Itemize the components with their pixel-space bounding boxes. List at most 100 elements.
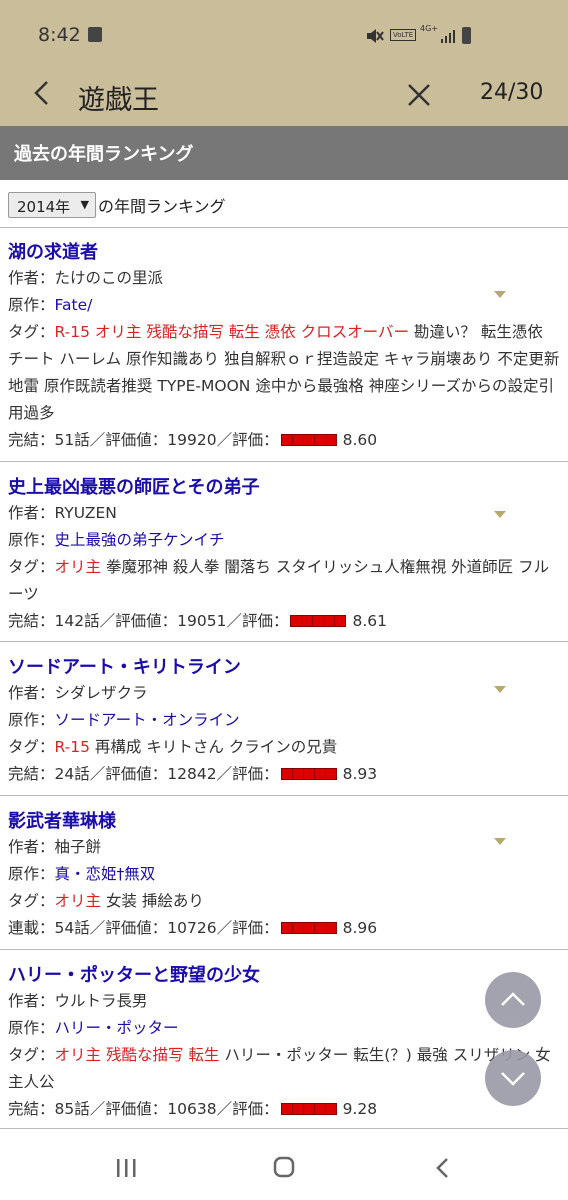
entry-points: 10726 xyxy=(167,919,217,937)
home-icon[interactable] xyxy=(273,1156,295,1178)
entry-title[interactable]: 湖の求道者 xyxy=(8,238,98,264)
status-icons: VoLTE 4G+ xyxy=(364,24,474,46)
entry-warning-tags: オリ主 xyxy=(54,892,102,910)
entry-source-link[interactable]: 真・恋姫†無双 xyxy=(55,865,156,883)
entry-author: ウルトラ長男 xyxy=(54,992,148,1010)
entry-warning-tags: オリ主 残酷な描写 転生 xyxy=(54,1046,220,1064)
entry-source-link[interactable]: Fate/ xyxy=(55,296,93,314)
entry-rating: 8.93 xyxy=(342,765,378,783)
author-label: 作者： xyxy=(8,684,55,702)
entry-points: 19920 xyxy=(167,431,217,449)
tags-label: タグ： xyxy=(8,892,55,910)
entry-title[interactable]: ハリー・ポッターと野望の少女 xyxy=(8,961,260,987)
entry-source-link[interactable]: 史上最強の弟子ケンイチ xyxy=(55,531,225,549)
expand-arrow-icon[interactable] xyxy=(494,686,506,693)
battery-icon xyxy=(462,27,471,44)
scroll-up-button[interactable] xyxy=(485,972,541,1028)
entry-author: たけのこの里派 xyxy=(54,269,164,287)
entry-status: 連載： xyxy=(8,919,55,937)
entry-source-line: 原作：史上最強の弟子ケンイチ xyxy=(8,527,225,554)
expand-arrow-icon[interactable] xyxy=(494,291,506,298)
source-label: 原作： xyxy=(8,296,55,314)
chevron-down-icon xyxy=(501,1072,525,1086)
entry-status: 完結： xyxy=(8,765,55,783)
entry-points: 12842 xyxy=(167,765,217,783)
notification-icon xyxy=(88,27,102,42)
entry-author-line: 作者：RYUZEN xyxy=(8,500,117,527)
expand-arrow-icon[interactable] xyxy=(494,511,506,518)
page-counter: 24/30 xyxy=(480,80,544,105)
entry-rating: 8.61 xyxy=(352,612,387,630)
entry-status: 完結： xyxy=(8,612,55,630)
author-label: 作者： xyxy=(8,838,55,856)
author-label: 作者： xyxy=(8,269,55,287)
entry-source-line: 原作：真・恋姫†無双 xyxy=(8,861,155,888)
close-icon[interactable] xyxy=(406,82,432,108)
year-selector-label: の年間ランキング xyxy=(98,197,226,216)
search-query-title[interactable]: 遊戯王 xyxy=(78,78,159,117)
entry-points: 10638 xyxy=(167,1100,217,1118)
entry-source-link[interactable]: ハリー・ポッター xyxy=(55,1019,179,1037)
divider xyxy=(0,227,568,228)
recent-apps-icon[interactable] xyxy=(115,1158,137,1178)
points-label: 話／評価値： xyxy=(84,612,178,630)
entry-title[interactable]: ソードアート・キリトライン xyxy=(8,653,241,679)
back-arrow-icon[interactable] xyxy=(30,78,54,108)
entry-tag-list: 女装 挿絵あり xyxy=(105,892,204,910)
entry-author-line: 作者：ウルトラ長男 xyxy=(8,988,148,1015)
dropdown-arrow-icon: ▼ xyxy=(80,198,89,211)
system-nav-bar xyxy=(0,1136,568,1200)
entry-rating: 9.28 xyxy=(342,1100,378,1118)
system-back-icon[interactable] xyxy=(435,1156,451,1180)
rating-label: ／評価： xyxy=(216,919,279,937)
entry-tags: タグ：R-15 オリ主 残酷な描写 転生 憑依 クロスオーバー 勘違い？ 転生憑… xyxy=(8,319,560,427)
author-label: 作者： xyxy=(8,992,55,1010)
entry-source-line: 原作：Fate/ xyxy=(8,292,92,319)
chevron-up-icon xyxy=(501,992,525,1006)
entry-episodes: 24 xyxy=(54,765,75,783)
entry-warning-tags: R-15 オリ主 残酷な描写 転生 憑依 クロスオーバー xyxy=(54,323,409,341)
network-badge: 4G+ xyxy=(420,24,438,33)
entry-author-line: 作者：シダレザクラ xyxy=(8,680,148,707)
year-select[interactable]: 2014年 ▼ xyxy=(8,192,96,218)
entry-warning-tags: R-15 xyxy=(54,738,90,756)
entry-tags: タグ：オリ主 残酷な描写 転生 ハリー・ポッター 転生(？) 最強 スリザリン … xyxy=(8,1042,560,1096)
rating-label: ／評価： xyxy=(216,1100,279,1118)
entry-stats-line: 完結：51話／評価値：19920／評価： 8.60 xyxy=(8,427,377,454)
entry-tags: タグ：オリ主 女装 挿絵あり xyxy=(8,888,560,915)
divider xyxy=(0,641,568,642)
source-label: 原作： xyxy=(8,1019,55,1037)
divider xyxy=(0,949,568,950)
expand-arrow-icon[interactable] xyxy=(494,838,506,845)
entry-rating: 8.60 xyxy=(342,431,378,449)
author-label: 作者： xyxy=(8,504,55,522)
scroll-down-button[interactable] xyxy=(485,1050,541,1106)
entry-author: シダレザクラ xyxy=(54,684,148,702)
rating-bar xyxy=(280,434,337,446)
entry-tag-list: 再構成 キリトさん クラインの兄貴 xyxy=(94,738,338,756)
tags-label: タグ： xyxy=(8,1046,55,1064)
source-label: 原作： xyxy=(8,711,55,729)
points-label: 話／評価値： xyxy=(74,919,168,937)
entry-title[interactable]: 史上最凶最悪の師匠とその弟子 xyxy=(8,473,259,499)
entry-title[interactable]: 影武者華琳様 xyxy=(8,807,116,833)
rating-bar xyxy=(280,768,337,780)
entry-episodes: 51 xyxy=(54,431,75,449)
entry-stats-line: 完結：85話／評価値：10638／評価： 9.28 xyxy=(8,1096,377,1123)
source-label: 原作： xyxy=(8,865,55,883)
section-header: 過去の年間ランキング xyxy=(0,126,568,180)
entry-status: 完結： xyxy=(8,431,55,449)
rating-label: ／評価： xyxy=(216,765,279,783)
points-label: 話／評価値： xyxy=(74,1100,168,1118)
entry-episodes: 85 xyxy=(54,1100,75,1118)
rating-bar xyxy=(280,922,337,934)
entry-points: 19051 xyxy=(177,612,227,630)
entry-status: 完結： xyxy=(8,1100,55,1118)
tags-label: タグ： xyxy=(8,323,55,341)
entry-episodes: 142 xyxy=(54,612,85,630)
entry-source-line: 原作：ハリー・ポッター xyxy=(8,1015,179,1042)
rating-label: ／評価： xyxy=(226,612,289,630)
points-label: 話／評価値： xyxy=(74,431,168,449)
entry-source-link[interactable]: ソードアート・オンライン xyxy=(55,711,240,729)
rating-bar xyxy=(290,615,347,627)
